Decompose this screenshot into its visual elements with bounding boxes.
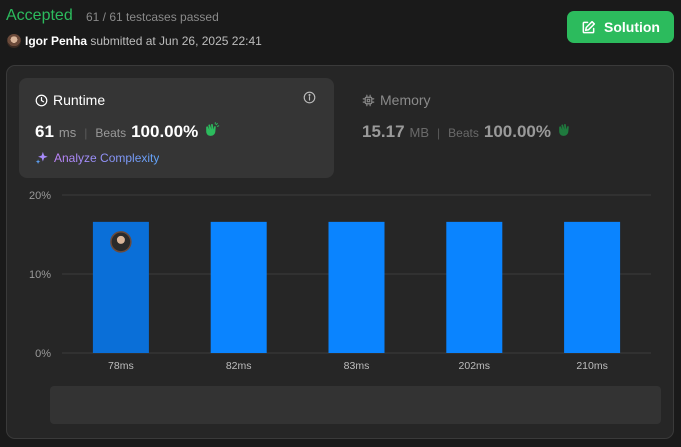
analyze-complexity-link[interactable]: Analyze Complexity bbox=[35, 151, 159, 165]
info-icon[interactable] bbox=[303, 91, 316, 104]
avatar[interactable] bbox=[7, 34, 21, 48]
runtime-metric: 61 ms | Beats 100.00% bbox=[35, 122, 220, 142]
memory-title-label: Memory bbox=[380, 92, 431, 108]
runtime-value: 61 bbox=[35, 122, 54, 141]
sparkle-icon bbox=[35, 151, 48, 165]
memory-beats-value: 100.00% bbox=[483, 122, 551, 141]
status-accepted: Accepted bbox=[6, 7, 73, 24]
testcases-passed: 61 / 61 testcases passed bbox=[86, 10, 219, 24]
solution-button[interactable]: Solution bbox=[567, 11, 674, 43]
clap-icon bbox=[206, 122, 220, 136]
divider: | bbox=[84, 126, 88, 140]
clock-icon bbox=[35, 94, 48, 106]
runtime-title: Runtime bbox=[35, 92, 105, 108]
runtime-title-label: Runtime bbox=[53, 92, 106, 108]
submitter-name[interactable]: Igor Penha bbox=[25, 34, 87, 48]
runtime-beats-label: Beats bbox=[95, 126, 127, 140]
memory-value: 15.17 bbox=[362, 122, 405, 141]
solution-button-label: Solution bbox=[604, 19, 660, 35]
edit-icon bbox=[582, 20, 596, 33]
runtime-unit: ms bbox=[58, 125, 77, 140]
chip-icon bbox=[362, 94, 375, 106]
memory-metric: 15.17 MB | Beats 100.00% bbox=[362, 122, 573, 142]
clap-icon bbox=[559, 123, 569, 136]
submission-info: Igor Penha submitted at Jun 26, 2025 22:… bbox=[25, 34, 262, 48]
memory-beats-label: Beats bbox=[448, 126, 479, 140]
memory-title[interactable]: Memory bbox=[362, 92, 431, 108]
runtime-beats-value: 100.00% bbox=[131, 122, 199, 141]
submitted-at: submitted at Jun 26, 2025 22:41 bbox=[90, 34, 262, 48]
chart-navigator[interactable] bbox=[50, 386, 661, 424]
divider: | bbox=[437, 126, 441, 140]
analyze-complexity-label: Analyze Complexity bbox=[54, 151, 160, 165]
memory-unit: MB bbox=[409, 125, 430, 140]
